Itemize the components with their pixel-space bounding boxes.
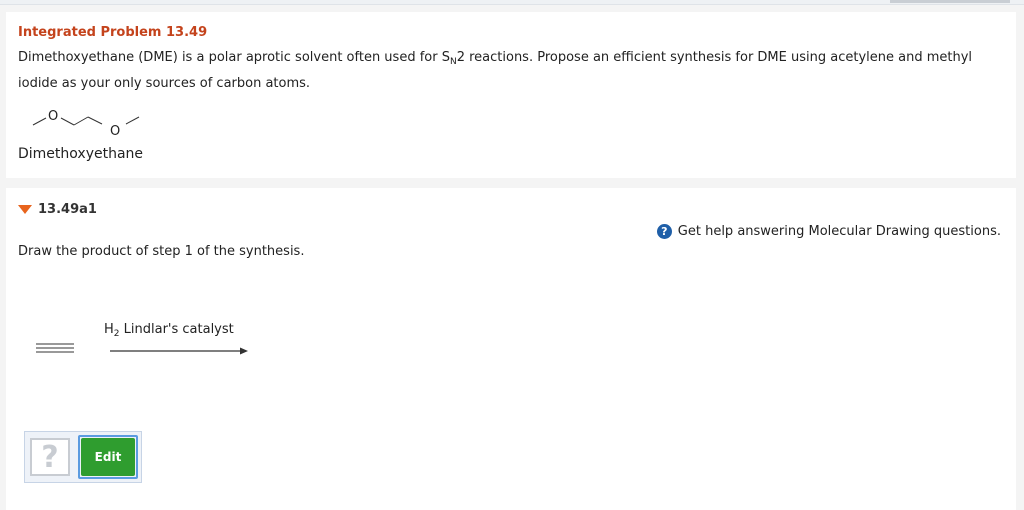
top-border	[0, 0, 1024, 5]
problem-card: Integrated Problem 13.49 Dimethoxyethane…	[6, 12, 1016, 178]
oxygen-atom-2: O	[110, 124, 120, 137]
edit-button[interactable]: Edit	[81, 438, 135, 476]
answer-area: ? Edit	[24, 431, 142, 483]
oxygen-atom-1: O	[48, 109, 58, 124]
dme-structure: O O	[32, 109, 140, 137]
problem-title: Integrated Problem 13.49	[18, 25, 208, 40]
problem-text-part1: Dimethoxyethane (DME) is a polar aprotic…	[18, 50, 450, 65]
step-question: Draw the product of step 1 of the synthe…	[18, 244, 305, 259]
help-text[interactable]: Get help answering Molecular Drawing que…	[678, 224, 1001, 239]
step-label: 13.49a1	[38, 202, 97, 217]
problem-text: Dimethoxyethane (DME) is a polar aprotic…	[18, 47, 998, 94]
step-card: 13.49a1 ? Get help answering Molecular D…	[6, 188, 1016, 510]
molecule-caption: Dimethoxyethane	[18, 146, 144, 162]
help-link[interactable]: ? Get help answering Molecular Drawing q…	[656, 224, 1001, 239]
top-progress-strip	[890, 0, 1010, 3]
reagent-h: H	[104, 322, 114, 337]
reaction-arrow-icon	[110, 347, 248, 355]
reagent-label: H2 Lindlar's catalyst	[104, 322, 234, 339]
answer-placeholder[interactable]: ?	[30, 438, 70, 476]
acetylene-triple-bond-icon	[36, 343, 74, 353]
step-header[interactable]: 13.49a1	[18, 202, 97, 217]
collapse-triangle-icon[interactable]	[18, 205, 32, 214]
reagent-catalyst: Lindlar's catalyst	[119, 322, 234, 337]
problem-text-subscript: N	[449, 57, 457, 67]
help-icon[interactable]: ?	[656, 224, 672, 239]
